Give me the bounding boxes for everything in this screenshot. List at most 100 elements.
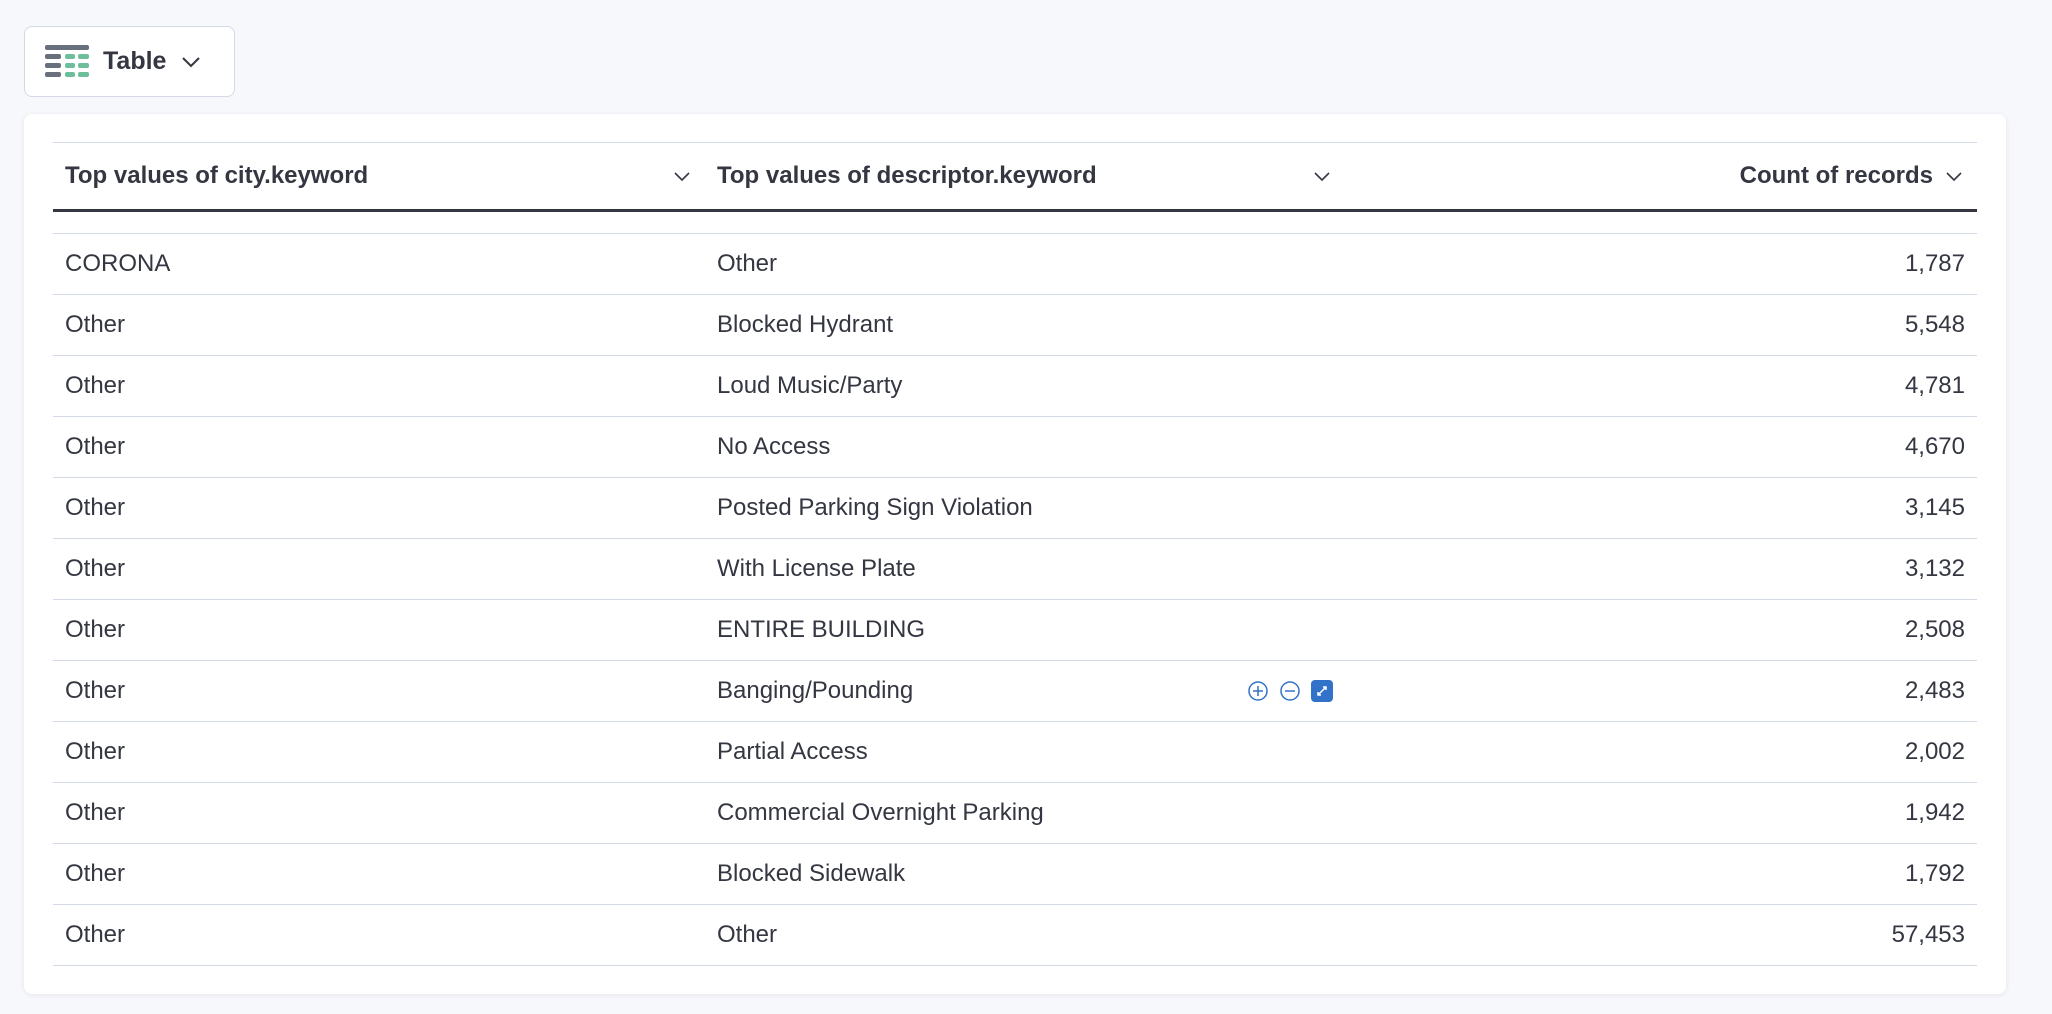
cell-value: 2,002 — [1904, 738, 1965, 765]
table-row: Other Banging/Pounding 2,483 — [53, 661, 1977, 722]
filter-for-value-icon[interactable] — [1247, 680, 1269, 702]
table-row: Other No Access 4,670 — [53, 417, 1977, 478]
city-cell[interactable]: Other — [53, 600, 705, 660]
table-row: Other ENTIRE BUILDING 2,508 — [53, 600, 1977, 661]
cell-value: Posted Parking Sign Violation — [717, 494, 1033, 521]
descriptor-cell[interactable]: With License Plate — [705, 539, 1345, 599]
column-header-count[interactable]: Count of records — [1345, 143, 1977, 209]
table-row: Other Blocked Hydrant 5,548 — [53, 295, 1977, 356]
column-header-descriptor[interactable]: Top values of descriptor.keyword — [705, 143, 1345, 209]
chevron-down-icon[interactable] — [1311, 165, 1333, 187]
count-cell[interactable]: 2,002 — [1345, 722, 1977, 782]
cell-value: No Access — [717, 433, 831, 460]
expand-cell-icon[interactable] — [1311, 680, 1333, 702]
table-row: Other Posted Parking Sign Violation 3,145 — [53, 478, 1977, 539]
city-cell[interactable]: Other — [53, 295, 705, 355]
city-cell[interactable]: Other — [53, 539, 705, 599]
chart-type-label: Table — [103, 47, 167, 75]
cell-value: Other — [65, 921, 126, 948]
filter-out-value-icon[interactable] — [1279, 680, 1301, 702]
descriptor-cell[interactable]: Posted Parking Sign Violation — [705, 478, 1345, 538]
count-cell[interactable]: 3,132 — [1345, 539, 1977, 599]
city-cell[interactable]: Other — [53, 661, 705, 721]
chevron-down-icon[interactable] — [671, 165, 693, 187]
scrolled-row-remnant — [53, 212, 1977, 234]
cell-value: With License Plate — [717, 555, 916, 582]
table-vis-icon — [45, 44, 89, 77]
city-cell[interactable]: Other — [53, 356, 705, 416]
count-cell[interactable]: 2,508 — [1345, 600, 1977, 660]
table-row: CORONA Other 1,787 — [53, 234, 1977, 295]
count-cell[interactable]: 1,787 — [1345, 234, 1977, 294]
count-cell[interactable]: 2,483 — [1345, 661, 1977, 721]
count-cell[interactable]: 4,781 — [1345, 356, 1977, 416]
descriptor-cell[interactable]: Other — [705, 234, 1345, 294]
cell-value: CORONA — [65, 250, 171, 277]
city-cell[interactable]: Other — [53, 844, 705, 904]
chart-type-switcher[interactable]: Table — [24, 26, 235, 97]
cell-value: Other — [65, 555, 126, 582]
city-cell[interactable]: Other — [53, 417, 705, 477]
city-cell[interactable]: Other — [53, 722, 705, 782]
column-header-city[interactable]: Top values of city.keyword — [53, 143, 705, 209]
cell-value: Other — [65, 311, 126, 338]
cell-value: 1,792 — [1904, 860, 1965, 887]
count-cell[interactable]: 3,145 — [1345, 478, 1977, 538]
descriptor-cell[interactable]: ENTIRE BUILDING — [705, 600, 1345, 660]
city-cell[interactable]: CORONA — [53, 234, 705, 294]
cell-value: Other — [65, 738, 126, 765]
cell-value: Other — [65, 677, 126, 704]
cell-value: Other — [65, 616, 126, 643]
descriptor-cell[interactable]: Loud Music/Party — [705, 356, 1345, 416]
cell-value: Commercial Overnight Parking — [717, 799, 1044, 826]
cell-value: 3,145 — [1904, 494, 1965, 521]
table-row: Other Other 57,453 — [53, 905, 1977, 966]
cell-value: Other — [717, 921, 778, 948]
count-cell[interactable]: 5,548 — [1345, 295, 1977, 355]
cell-value: 4,781 — [1904, 372, 1965, 399]
descriptor-cell[interactable]: Other — [705, 905, 1345, 965]
cell-value: 1,787 — [1904, 250, 1965, 277]
descriptor-cell[interactable]: Partial Access — [705, 722, 1345, 782]
cell-value: Blocked Hydrant — [717, 311, 894, 338]
city-cell[interactable]: Other — [53, 478, 705, 538]
descriptor-cell[interactable]: Blocked Hydrant — [705, 295, 1345, 355]
table-header: Top values of city.keyword Top values of… — [53, 143, 1977, 212]
descriptor-cell[interactable]: No Access — [705, 417, 1345, 477]
chevron-down-icon[interactable] — [1943, 165, 1965, 187]
cell-value: Other — [65, 799, 126, 826]
cell-value: Other — [65, 860, 126, 887]
city-cell[interactable]: Other — [53, 905, 705, 965]
cell-value: Partial Access — [717, 738, 868, 765]
table-row: Other Loud Music/Party 4,781 — [53, 356, 1977, 417]
city-cell[interactable]: Other — [53, 783, 705, 843]
cell-value: Blocked Sidewalk — [717, 860, 906, 887]
count-cell[interactable]: 4,670 — [1345, 417, 1977, 477]
count-cell[interactable]: 57,453 — [1345, 905, 1977, 965]
cell-value: 1,942 — [1904, 799, 1965, 826]
cell-value: 57,453 — [1891, 921, 1965, 948]
descriptor-cell[interactable]: Commercial Overnight Parking — [705, 783, 1345, 843]
cell-actions — [1247, 680, 1333, 702]
cell-value: Other — [717, 250, 778, 277]
cell-value: 2,483 — [1904, 677, 1965, 704]
cell-value: Other — [65, 372, 126, 399]
cell-value: 5,548 — [1904, 311, 1965, 338]
count-cell[interactable]: 1,792 — [1345, 844, 1977, 904]
cell-value: Other — [65, 433, 126, 460]
column-header-label: Top values of city.keyword — [65, 162, 369, 189]
cell-value: Banging/Pounding — [717, 677, 914, 704]
cell-value: Other — [65, 494, 126, 521]
descriptor-cell[interactable]: Blocked Sidewalk — [705, 844, 1345, 904]
chevron-down-icon — [182, 56, 201, 67]
count-cell[interactable]: 1,942 — [1345, 783, 1977, 843]
cell-value: 2,508 — [1904, 616, 1965, 643]
cell-value: 4,670 — [1904, 433, 1965, 460]
table-row: Other Partial Access 2,002 — [53, 722, 1977, 783]
column-header-label: Count of records — [1739, 162, 1933, 189]
table-row: Other With License Plate 3,132 — [53, 539, 1977, 600]
descriptor-cell[interactable]: Banging/Pounding — [705, 661, 1345, 721]
table-row: Other Blocked Sidewalk 1,792 — [53, 844, 1977, 905]
data-table: Top values of city.keyword Top values of… — [53, 142, 1977, 966]
table-row: Other Commercial Overnight Parking 1,942 — [53, 783, 1977, 844]
